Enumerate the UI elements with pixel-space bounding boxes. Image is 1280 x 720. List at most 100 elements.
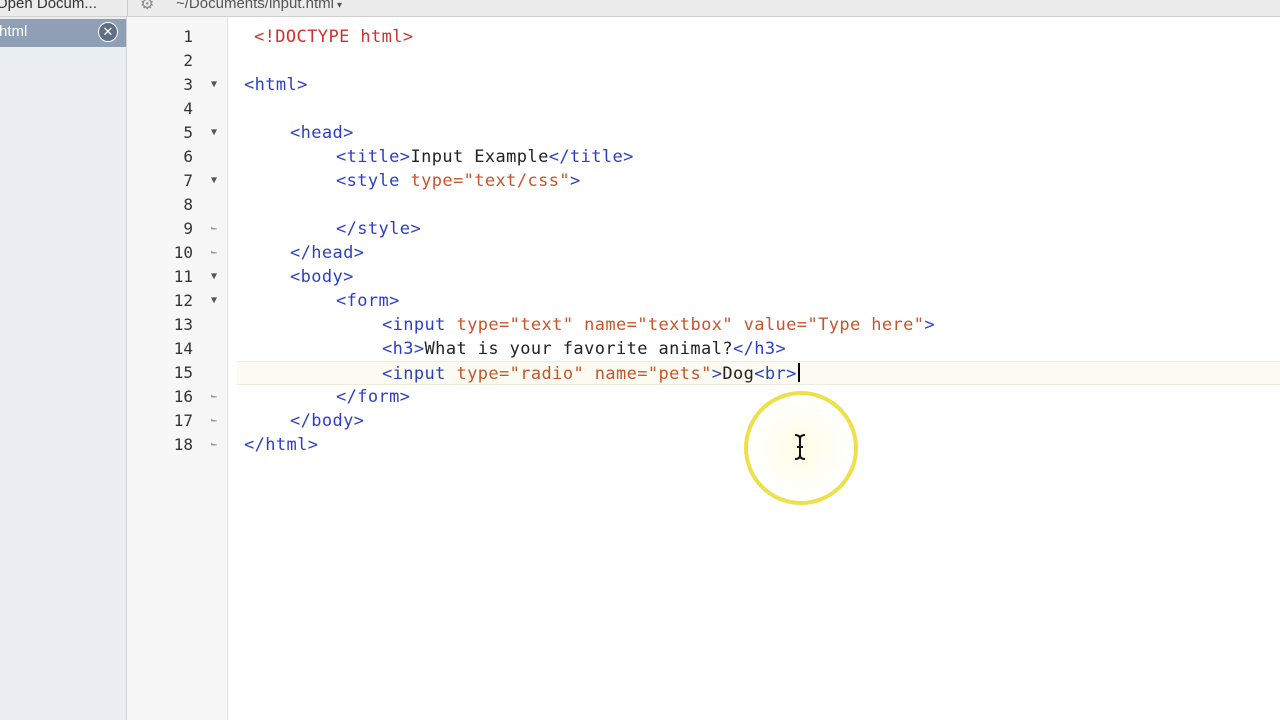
line-number: 1	[183, 27, 193, 46]
code-line[interactable]: 5 ▼ <head>	[127, 121, 1280, 145]
code-line[interactable]: 2	[127, 49, 1280, 73]
line-number: 8	[183, 195, 193, 214]
code-line[interactable]: 11 ▼ <body>	[127, 265, 1280, 289]
code-line[interactable]: 1 <!DOCTYPE html>	[127, 25, 1280, 49]
attribute-token: name=	[584, 364, 648, 384]
code-text: <style type="text/css">	[336, 169, 581, 193]
text-token: Dog	[722, 364, 755, 384]
open-documents-label[interactable]: Open Docum...	[0, 0, 97, 12]
line-number: 5	[183, 123, 193, 142]
fold-open-icon[interactable]: ▼	[207, 121, 221, 145]
tag-token: >	[924, 315, 936, 335]
code-text: <input type="radio" name="pets">Dog<br>	[382, 362, 800, 386]
code-line[interactable]: 9 ⌙ </style>	[127, 217, 1280, 241]
code-line[interactable]: 10 ⌙ </head>	[127, 241, 1280, 265]
tag-token: </style>	[336, 219, 422, 239]
code-text: </head>	[290, 241, 364, 265]
tag-token: <br>	[754, 364, 797, 384]
line-number: 7	[183, 171, 193, 190]
code-line-content[interactable]: <head>	[237, 121, 1280, 145]
tag-token: <title>	[336, 147, 411, 167]
line-number: 15	[173, 363, 193, 382]
fold-open-icon[interactable]: ▼	[207, 289, 221, 313]
string-token: "text/css"	[463, 171, 570, 191]
code-line-content[interactable]: <form>	[237, 289, 1280, 313]
line-number: 2	[183, 51, 193, 70]
open-documents-sidebar: html ✕	[0, 17, 127, 720]
line-number: 10	[173, 243, 193, 262]
text-token: Input Example	[410, 147, 549, 167]
code-line[interactable]: 12 ▼ <form>	[127, 289, 1280, 313]
code-line[interactable]: 13 <input type="text" name="textbox" val…	[127, 313, 1280, 337]
code-line-content[interactable]: <html>	[237, 73, 1280, 97]
close-icon[interactable]: ✕	[98, 22, 118, 42]
code-line[interactable]: 8	[127, 193, 1280, 217]
string-token: "radio"	[509, 364, 585, 384]
tag-token: <body>	[290, 267, 354, 287]
line-number: 12	[173, 291, 193, 310]
code-line-content[interactable]: <!DOCTYPE html>	[237, 25, 1280, 49]
line-number: 13	[173, 315, 193, 334]
code-line-content[interactable]: <title>Input Example</title>	[237, 145, 1280, 169]
code-line-content[interactable]: </form>	[237, 385, 1280, 409]
code-line-content[interactable]: <input type="text" name="textbox" value=…	[237, 313, 1280, 337]
sidebar-document-item[interactable]: html ✕	[0, 19, 126, 47]
fold-end-icon: ⌙	[210, 391, 218, 402]
code-line-content[interactable]: </head>	[237, 241, 1280, 265]
attribute-token: name=	[573, 315, 638, 335]
line-number: 6	[183, 147, 193, 166]
fold-end-icon: ⌙	[210, 247, 218, 258]
code-line-content[interactable]: </style>	[237, 217, 1280, 241]
code-line[interactable]: 17 ⌙ </body>	[127, 409, 1280, 433]
tag-token: </body>	[290, 411, 365, 431]
line-number: 11	[173, 267, 193, 286]
line-number: 4	[183, 99, 193, 118]
attribute-token: type=	[410, 171, 464, 191]
line-number: 9	[183, 219, 193, 238]
fold-open-icon[interactable]: ▼	[207, 73, 221, 97]
code-line[interactable]: 6 <title>Input Example</title>	[127, 145, 1280, 169]
tag-token: >	[711, 364, 723, 384]
code-line-content[interactable]: <input type="radio" name="pets">Dog<br>	[237, 361, 1280, 385]
title-divider	[127, 0, 128, 16]
code-text: <input type="text" name="textbox" value=…	[382, 313, 935, 337]
code-line[interactable]: 4	[127, 97, 1280, 121]
code-text: </form>	[336, 385, 410, 409]
line-number: 16	[173, 387, 193, 406]
code-line-content[interactable]: <style type="text/css">	[237, 169, 1280, 193]
gear-icon[interactable]: ⚙	[140, 0, 154, 14]
file-path[interactable]: ~/Documents/input.html ▾	[176, 0, 342, 12]
tag-token: </form>	[336, 387, 411, 407]
fold-open-icon[interactable]: ▼	[207, 169, 221, 193]
tag-token: </head>	[290, 243, 365, 263]
code-text: <h3>What is your favorite animal?</h3>	[382, 337, 786, 361]
attribute-token: type=	[456, 315, 510, 335]
tag-token: </html>	[244, 435, 319, 455]
code-line[interactable]: 18 ⌙ </html>	[127, 433, 1280, 457]
code-text: <form>	[336, 289, 400, 313]
text-caret	[797, 363, 800, 382]
tag-token: <input	[382, 364, 457, 384]
tag-token: <head>	[290, 123, 354, 143]
code-line[interactable]: 3 ▼ <html>	[127, 73, 1280, 97]
tag-token: </title>	[548, 147, 634, 167]
doctype-token: <!DOCTYPE html>	[254, 27, 414, 47]
tag-token: >	[570, 171, 581, 191]
code-text: <html>	[244, 73, 308, 97]
code-line[interactable]: 16 ⌙ </form>	[127, 385, 1280, 409]
code-line[interactable]: 7 ▼ <style type="text/css">	[127, 169, 1280, 193]
tag-token: <html>	[244, 75, 308, 95]
code-text: <head>	[290, 121, 354, 145]
ibeam-cursor-icon	[794, 434, 806, 460]
code-line[interactable]: 14 <h3>What is your favorite animal?</h3…	[127, 337, 1280, 361]
fold-end-icon: ⌙	[210, 415, 218, 426]
fold-open-icon[interactable]: ▼	[207, 265, 221, 289]
line-number: 17	[173, 411, 193, 430]
attribute-token: value=	[732, 315, 808, 335]
tag-token: <h3>	[382, 339, 425, 359]
code-text: <body>	[290, 265, 354, 289]
code-line-content[interactable]: <h3>What is your favorite animal?</h3>	[237, 337, 1280, 361]
code-line-content[interactable]: <body>	[237, 265, 1280, 289]
fold-end-icon: ⌙	[210, 439, 218, 450]
code-line-current[interactable]: 15 <input type="radio" name="pets">Dog<b…	[127, 361, 1280, 385]
